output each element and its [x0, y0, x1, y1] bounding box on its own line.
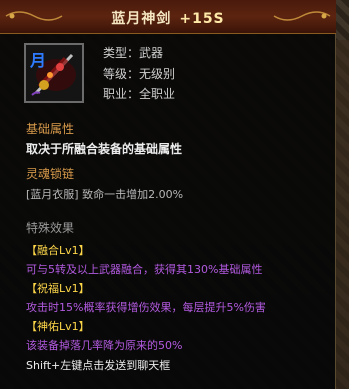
tooltip-titlebar: 蓝月神剑 +15S [0, 0, 336, 34]
effect-name: 【神佑Lv1】 [26, 320, 90, 333]
item-level: 等级：无级别 [103, 67, 176, 81]
footer-hint: Shift+左键点击发送到聊天框 [26, 359, 171, 372]
item-job: 职业：全职业 [103, 87, 176, 101]
background-panel [336, 40, 349, 389]
ornament-icon [273, 11, 331, 21]
effect-desc: 该装备掉落几率降为原来的50% [26, 339, 183, 352]
item-icon-frame[interactable]: 月 [24, 43, 84, 103]
effect-desc: 可与5转及以上武器融合，获得其130%基础属性 [26, 263, 263, 276]
soul-chain-title: 灵魂锁链 [26, 167, 75, 181]
item-tooltip: 蓝月神剑 +15S 月 类型：武器 等级：无级别 职业：全职业 基础属性 取决于所… [0, 0, 336, 389]
soul-chain-text: [蓝月衣服] 致命一击增加2.00% [26, 188, 184, 201]
base-attr-text: 取决于所融合装备的基础属性 [26, 142, 183, 156]
effect-name: 【祝福Lv1】 [26, 282, 90, 295]
item-type: 类型：武器 [103, 46, 164, 60]
item-enhance-level: +15S [179, 11, 225, 27]
item-name: 蓝月神剑 [111, 11, 172, 27]
special-effects-title: 特殊效果 [26, 221, 75, 235]
effect-name: 【融合Lv1】 [26, 244, 90, 257]
base-attr-title: 基础属性 [26, 122, 75, 136]
effect-desc: 攻击时15%概率获得增伤效果，每层提升5%伤害 [26, 301, 266, 314]
moon-badge: 月 [30, 51, 47, 70]
